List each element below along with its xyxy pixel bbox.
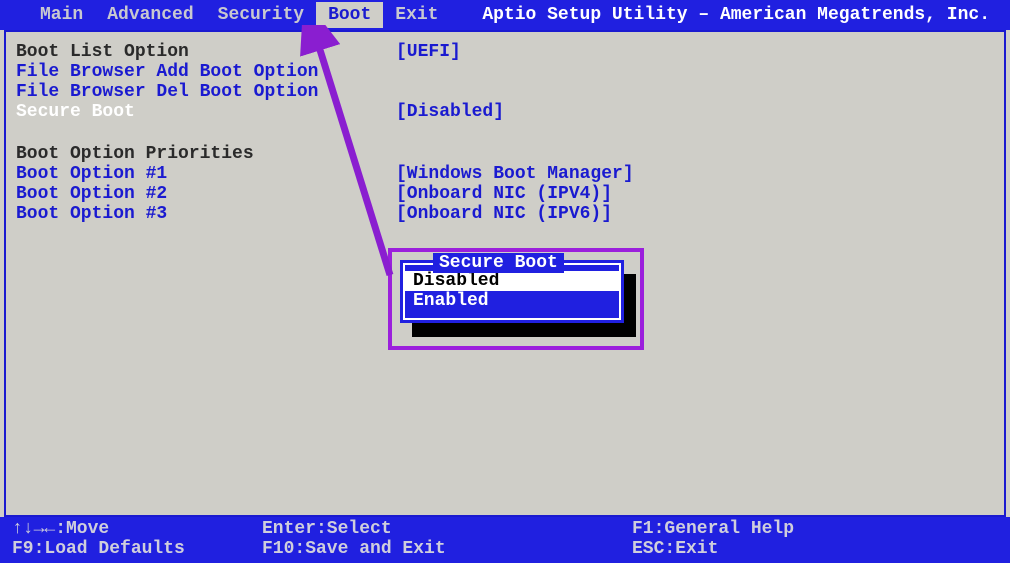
hint-help: F1:General Help — [632, 519, 794, 539]
tab-exit[interactable]: Exit — [383, 2, 450, 28]
value-boot-option-1: [Windows Boot Manager] — [396, 164, 994, 184]
label-file-browser-add: File Browser Add Boot Option — [16, 62, 396, 82]
row-boot-option-3[interactable]: Boot Option #3 [Onboard NIC (IPV6)] — [16, 204, 994, 224]
label-priorities-header: Boot Option Priorities — [16, 144, 396, 164]
row-boot-option-1[interactable]: Boot Option #1 [Windows Boot Manager] — [16, 164, 994, 184]
tab-boot[interactable]: Boot — [316, 2, 383, 28]
footer-bar: ↑↓→←:Move Enter:Select F1:General Help F… — [0, 517, 1010, 563]
label-boot-option-3: Boot Option #3 — [16, 204, 396, 224]
row-priorities-header: Boot Option Priorities — [16, 144, 994, 164]
row-file-browser-del[interactable]: File Browser Del Boot Option — [16, 82, 994, 102]
row-boot-option-2[interactable]: Boot Option #2 [Onboard NIC (IPV4)] — [16, 184, 994, 204]
hint-defaults: F9:Load Defaults — [12, 539, 262, 559]
hint-select: Enter:Select — [262, 519, 632, 539]
tab-security[interactable]: Security — [206, 2, 316, 28]
row-secure-boot[interactable]: Secure Boot [Disabled] — [16, 102, 994, 122]
label-boot-list-option: Boot List Option — [16, 42, 396, 62]
value-boot-option-2: [Onboard NIC (IPV4)] — [396, 184, 994, 204]
hint-move: ↑↓→←:Move — [12, 519, 262, 539]
tab-main[interactable]: Main — [28, 2, 95, 28]
label-file-browser-del: File Browser Del Boot Option — [16, 82, 396, 102]
value-secure-boot: [Disabled] — [396, 102, 994, 122]
row-file-browser-add[interactable]: File Browser Add Boot Option — [16, 62, 994, 82]
hint-save: F10:Save and Exit — [262, 539, 632, 559]
value-boot-list-option: [UEFI] — [396, 42, 994, 62]
label-boot-option-1: Boot Option #1 — [16, 164, 396, 184]
tab-advanced[interactable]: Advanced — [95, 2, 205, 28]
header-bar: Main Advanced Security Boot Exit Aptio S… — [0, 0, 1010, 30]
row-boot-list-option[interactable]: Boot List Option [UEFI] — [16, 42, 994, 62]
tab-strip: Main Advanced Security Boot Exit — [28, 2, 451, 28]
settings-list: Boot List Option [UEFI] File Browser Add… — [6, 32, 1004, 234]
hint-exit: ESC:Exit — [632, 539, 718, 559]
label-boot-option-2: Boot Option #2 — [16, 184, 396, 204]
value-boot-option-3: [Onboard NIC (IPV6)] — [396, 204, 994, 224]
annotation-popup-highlight — [388, 248, 644, 350]
utility-title: Aptio Setup Utility – American Megatrend… — [482, 5, 990, 25]
label-secure-boot: Secure Boot — [16, 102, 396, 122]
